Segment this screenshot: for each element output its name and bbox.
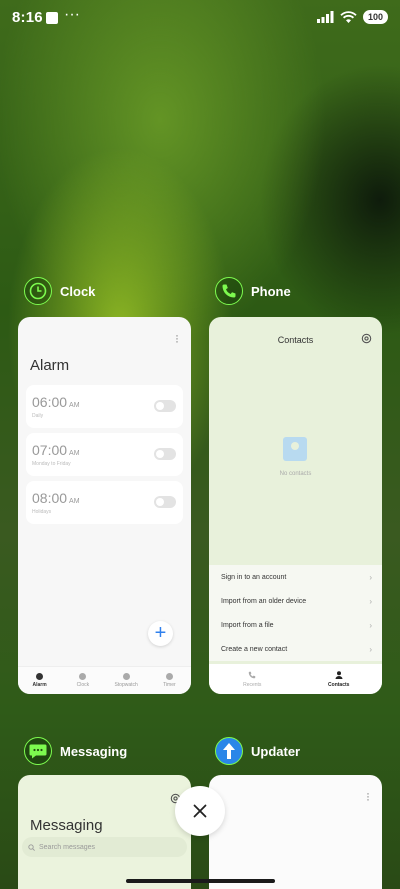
alarm-title: Alarm (30, 357, 70, 374)
alarm-ampm: AM (69, 498, 80, 505)
alarm-time: 06:00 (32, 394, 68, 410)
more-options-icon: · · · (366, 786, 370, 806)
updater-app-name: Updater (251, 743, 301, 759)
search-messages-field: Search messages (22, 837, 187, 857)
messaging-title: Messaging (30, 817, 103, 834)
option-import-device: Import from an older device › (221, 596, 372, 606)
contacts-title: Contacts (277, 335, 314, 345)
phone-app-card[interactable]: Contacts No contacts Sign in to an accou… (209, 317, 382, 694)
phone-tab-bar: Recents Contacts (209, 664, 382, 694)
close-icon (193, 804, 207, 818)
option-import-file: Import from a file › (221, 620, 372, 630)
alarm-toggle (154, 448, 176, 460)
stopwatch-icon (122, 673, 130, 680)
messaging-app-card[interactable]: Messaging Search messages (18, 775, 191, 889)
alarm-time: 08:00 (32, 490, 68, 506)
updater-app-icon (215, 737, 243, 765)
status-time: 8:16 (12, 9, 43, 26)
home-indicator[interactable] (126, 879, 275, 883)
alarm-subtitle: Monday to Friday (32, 461, 71, 467)
recents-icon (249, 671, 256, 678)
battery-icon: 100 (362, 10, 388, 24)
alarm-icon (36, 673, 44, 680)
messaging-card-header[interactable]: Messaging (24, 737, 127, 765)
phone-app-name: Phone (251, 283, 291, 299)
clock-app-card[interactable]: · · · Alarm 06:00 AM Daily 07:00 AM Monday t… (18, 317, 191, 694)
search-icon (28, 843, 35, 851)
status-right: 100 (316, 10, 388, 24)
messaging-app-icon (24, 737, 52, 765)
clock-card-header[interactable]: Clock (24, 277, 95, 305)
contact-placeholder-icon (283, 437, 307, 461)
tab-timer: Timer (148, 667, 191, 694)
chevron-right-icon: › (369, 620, 372, 630)
no-contacts-text: No contacts (279, 471, 312, 477)
add-alarm-button: + (148, 621, 173, 646)
alarm-time: 07:00 (32, 442, 68, 458)
settings-icon (361, 333, 372, 344)
more-notifications-icon: ··· (64, 6, 80, 23)
clock-app-icon (24, 277, 52, 305)
alarm-toggle (154, 496, 176, 508)
notification-icon (46, 12, 58, 24)
tab-recents: Recents (209, 664, 296, 694)
alarm-ampm: AM (69, 450, 80, 457)
clock-app-name: Clock (60, 283, 96, 299)
alarm-item: 07:00 AM Monday to Friday (26, 433, 183, 476)
wifi-icon (340, 10, 357, 23)
chevron-right-icon: › (369, 644, 372, 654)
more-options-icon: · · · (175, 328, 179, 348)
alarm-subtitle: Holidays (32, 509, 52, 515)
phone-card-header[interactable]: Phone (215, 277, 291, 305)
messaging-app-name: Messaging (60, 743, 128, 759)
alarm-item: 08:00 AM Holidays (26, 481, 183, 524)
updater-app-card[interactable]: · · · (209, 775, 382, 889)
tab-contacts: Contacts (296, 664, 383, 694)
timer-icon (165, 673, 173, 680)
tab-alarm: Alarm (18, 667, 61, 694)
alarm-ampm: AM (69, 402, 80, 409)
contact-options-list: Sign in to an account › Import from an ol… (209, 565, 382, 661)
clock-icon (79, 673, 87, 680)
signal-icon (316, 11, 334, 23)
tab-clock: Clock (61, 667, 104, 694)
updater-card-header[interactable]: Updater (215, 737, 300, 765)
option-create-contact: Create a new contact › (221, 644, 372, 654)
alarm-subtitle: Daily (32, 413, 44, 419)
alarm-toggle (154, 400, 176, 412)
search-placeholder: Search messages (39, 843, 96, 851)
contacts-icon (335, 670, 343, 679)
chevron-right-icon: › (369, 596, 372, 606)
clock-tab-bar: Alarm Clock Stopwatch Timer (18, 666, 191, 694)
phone-app-icon (215, 277, 243, 305)
tab-stopwatch: Stopwatch (105, 667, 148, 694)
clear-all-button[interactable] (175, 786, 225, 836)
option-sign-in: Sign in to an account › (221, 572, 372, 582)
status-bar: 8:16 ··· 100 (0, 0, 400, 36)
alarm-item: 06:00 AM Daily (26, 385, 183, 428)
chevron-right-icon: › (369, 572, 372, 582)
